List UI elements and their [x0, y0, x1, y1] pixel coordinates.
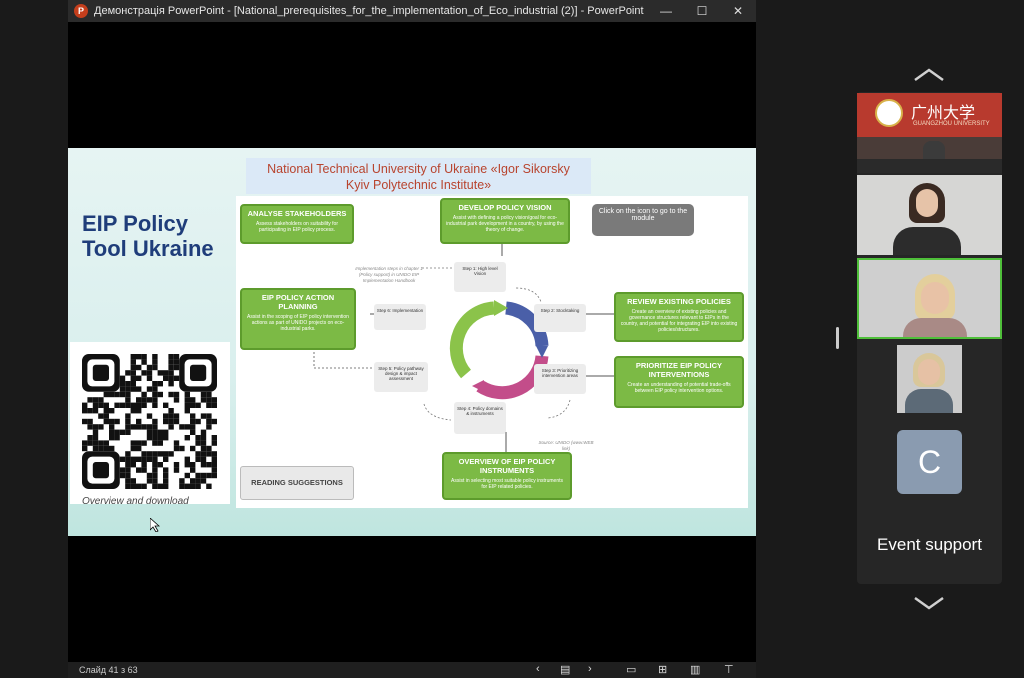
review-existing-policies-box[interactable]: REVIEW EXISTING POLICIES Create an overv…: [614, 292, 744, 342]
slide: National Technical University of Ukraine…: [68, 148, 756, 536]
overview-policy-instruments-body: Assist in selecting most suitable policy…: [451, 478, 563, 490]
step-1: Step 1: High level Vision: [454, 262, 506, 292]
participant-video-4[interactable]: [897, 345, 962, 413]
participant-avatar[interactable]: C: [897, 430, 962, 494]
eip-policy-action-planning-body: Assist in the scoping of EIP policy inte…: [247, 314, 349, 332]
participant-name-label: Event support: [877, 535, 982, 554]
university-sign-sub: GUANGZHOU UNIVERSITY: [913, 121, 990, 127]
person-face: [918, 359, 940, 385]
qr-caption: Overview and download: [82, 496, 189, 507]
review-existing-policies-heading: REVIEW EXISTING POLICIES: [627, 297, 731, 306]
participant-video-active-speaker[interactable]: [857, 258, 1002, 339]
participant-video-1[interactable]: 广州大学 GUANGZHOU UNIVERSITY: [857, 93, 1002, 173]
qr-code[interactable]: [70, 342, 230, 504]
person-body: [893, 227, 961, 255]
person-body: [905, 389, 953, 413]
prioritize-interventions-body: Create an understanding of potential tra…: [627, 382, 731, 394]
step-4: Step 4: Policy domains & instruments: [454, 402, 506, 434]
chevron-up-icon[interactable]: [913, 68, 945, 82]
panel-resize-handle[interactable]: [836, 327, 839, 349]
slide-header-line-2: Kyiv Polytechnic Institute»: [345, 178, 492, 192]
qr-code-image: [82, 354, 217, 489]
person-face: [916, 189, 938, 217]
university-logo: [875, 99, 903, 127]
review-existing-policies-body: Create an overview of existing policies …: [620, 309, 738, 333]
prioritize-interventions-box[interactable]: PRIORITIZE EIP POLICY INTERVENTIONS Crea…: [614, 356, 744, 408]
person-face: [921, 282, 949, 314]
step-3: Step 3: Prioritizing intervention areas: [534, 364, 586, 394]
slide-show-icon[interactable]: ⊤: [724, 663, 734, 676]
eip-policy-action-planning-box[interactable]: EIP POLICY ACTION PLANNING Assist in the…: [240, 288, 356, 350]
eip-diagram: ANALYSE STAKEHOLDERS Assess stakeholders…: [236, 196, 748, 508]
window-title: Демонстрація PowerPoint - [National_prer…: [94, 5, 644, 17]
slide-header: National Technical University of Ukraine…: [246, 158, 591, 194]
source-note: Source: UNIDO (www.WEB link): [538, 440, 594, 451]
develop-policy-vision-box[interactable]: DEVELOP POLICY VISION Assist with defini…: [440, 198, 570, 244]
title-bar: P Демонстрація PowerPoint - [National_pr…: [68, 0, 756, 22]
desk: [857, 159, 1002, 173]
prioritize-interventions-heading: PRIORITIZE EIP POLICY INTERVENTIONS: [635, 361, 723, 379]
chevron-down-icon[interactable]: [913, 596, 945, 610]
normal-view-icon[interactable]: ▭: [626, 663, 636, 676]
minimize-button[interactable]: —: [648, 4, 684, 18]
slide-header-line-1: National Technical University of Ukraine…: [267, 162, 570, 176]
reading-suggestions-button[interactable]: READING SUGGESTIONS: [240, 466, 354, 500]
next-slide-icon[interactable]: ›: [588, 663, 592, 675]
slide-counter: Слайд 41 з 63: [79, 665, 138, 675]
analyse-stakeholders-heading: ANALYSE STAKEHOLDERS: [247, 209, 347, 218]
develop-policy-vision-heading: DEVELOP POLICY VISION: [458, 203, 552, 212]
slide-title-line-1: EIP Policy: [82, 211, 188, 236]
analyse-stakeholders-box[interactable]: ANALYSE STAKEHOLDERS Assess stakeholders…: [240, 204, 354, 244]
step-6: Step 6: Implementation: [374, 304, 426, 330]
click-icon-callout: Click on the icon to go to the module: [592, 204, 694, 236]
maximize-button[interactable]: ☐: [684, 4, 720, 18]
participant-gallery: 广州大学 GUANGZHOU UNIVERSITY C Event suppor…: [857, 92, 1002, 584]
eip-policy-action-planning-heading: EIP POLICY ACTION PLANNING: [261, 293, 335, 311]
powerpoint-icon: P: [74, 4, 88, 18]
step-2: Step 2: Stocktaking: [534, 304, 586, 332]
implementation-note: Implementation steps in chapter 1 (Polic…: [355, 266, 423, 283]
university-sign: 广州大学: [911, 103, 976, 122]
close-button[interactable]: ✕: [720, 4, 756, 18]
step-5: Step 5: Policy pathway design & impact a…: [374, 362, 428, 392]
mouse-cursor-icon: [150, 518, 160, 532]
overview-policy-instruments-box[interactable]: OVERVIEW OF EIP POLICY INSTRUMENTS Assis…: [442, 452, 572, 500]
develop-policy-vision-body: Assist with defining a policy vision/goa…: [446, 215, 564, 233]
previous-slide-icon[interactable]: ‹: [536, 663, 540, 675]
participant-video-2[interactable]: [857, 175, 1002, 255]
analyse-stakeholders-body: Assess stakeholders on suitability for p…: [256, 221, 338, 233]
slide-title: EIP Policy Tool Ukraine: [82, 211, 232, 261]
slide-menu-icon[interactable]: ▤: [560, 663, 570, 676]
reading-view-icon[interactable]: ▥: [690, 663, 700, 676]
slide-sorter-icon[interactable]: ⊞: [658, 663, 667, 676]
overview-policy-instruments-heading: OVERVIEW OF EIP POLICY INSTRUMENTS: [458, 457, 556, 475]
slide-title-line-2: Tool Ukraine: [82, 236, 214, 261]
person-body: [903, 318, 967, 337]
powerpoint-window: P Демонстрація PowerPoint - [National_pr…: [68, 0, 756, 678]
status-bar: Слайд 41 з 63 ‹ ▤ › ▭ ⊞ ▥ ⊤: [68, 662, 756, 678]
